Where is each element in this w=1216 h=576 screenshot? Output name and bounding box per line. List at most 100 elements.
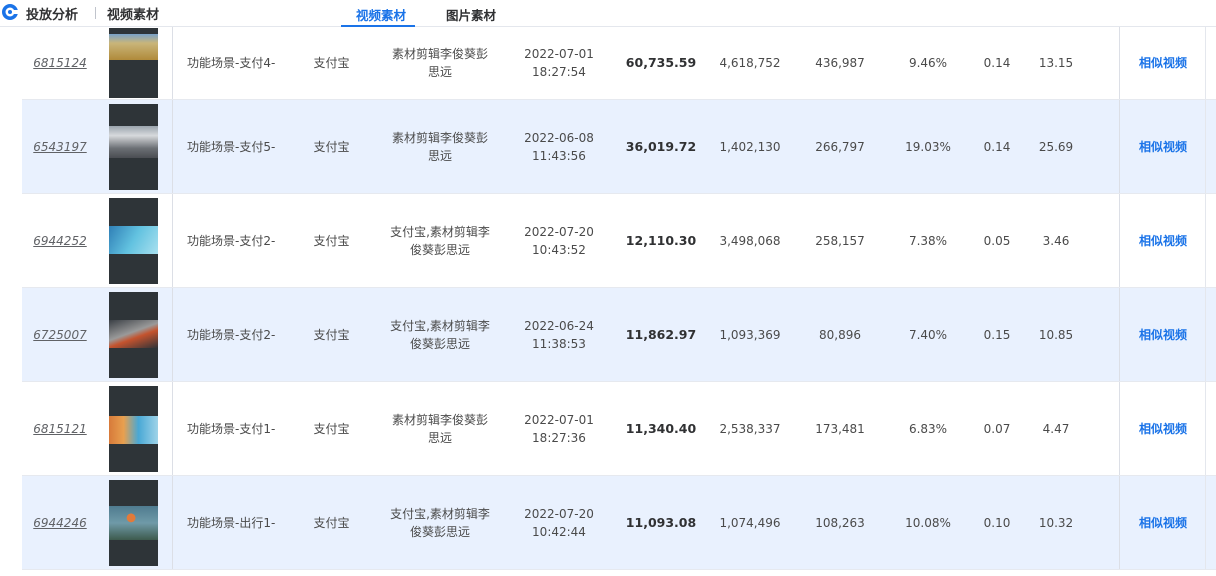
similar-video-link[interactable]: 相似视频: [1139, 514, 1187, 532]
impressions-value: 1,402,130: [719, 139, 781, 154]
table-row: 6815121 功能场景-支付1- 支付宝 素材剪辑李俊葵彭思远 2022-07…: [22, 382, 1216, 476]
scroll-edge: [1205, 194, 1206, 287]
table-row: 6543197 功能场景-支付5- 支付宝 素材剪辑李俊葵彭思远 2022-06…: [22, 100, 1216, 194]
scroll-edge: [1205, 476, 1206, 569]
thumbnail-cell: [109, 27, 158, 99]
table-row: 6944246 功能场景-出行1- 支付宝 支付宝,素材剪辑李俊葵彭思远 202…: [22, 476, 1216, 570]
create-time: 2022-06-24 11:38:53: [524, 318, 594, 351]
asset-id-link[interactable]: 6815124: [33, 54, 86, 72]
asset-id-cell: 6944252: [22, 194, 98, 287]
thumbnail-cell: [109, 288, 158, 381]
asset-id-cell: 6944246: [22, 476, 98, 569]
similar-video-cell: 相似视频: [1120, 100, 1206, 193]
platform: 支付宝: [313, 56, 350, 70]
similar-video-cell: 相似视频: [1120, 288, 1206, 381]
similar-video-link[interactable]: 相似视频: [1139, 232, 1187, 250]
asset-id-link[interactable]: 6944252: [33, 232, 86, 250]
table-row: 6725007 功能场景-支付2- 支付宝 支付宝,素材剪辑李俊葵彭思远 202…: [22, 288, 1216, 382]
thumbnail-image: [109, 415, 158, 444]
asset-name: 功能场景-支付5-: [187, 139, 276, 154]
similar-video-cell: 相似视频: [1120, 476, 1206, 569]
asset-tag: 支付宝,素材剪辑李俊葵彭思远: [390, 318, 490, 351]
tab-video-assets[interactable]: 视频素材: [356, 5, 406, 24]
similar-video-link[interactable]: 相似视频: [1139, 326, 1187, 344]
create-time: 2022-06-08 11:43:56: [524, 130, 594, 163]
video-thumbnail[interactable]: [109, 103, 158, 190]
thumbnail-image: [109, 34, 158, 60]
video-thumbnail[interactable]: [109, 197, 158, 284]
thumbnail-cell: [109, 476, 158, 569]
similar-video-cell: 相似视频: [1120, 194, 1206, 287]
cpa-value: 10.85: [1038, 327, 1074, 342]
platform: 支付宝: [313, 139, 350, 154]
platform: 支付宝: [313, 327, 350, 342]
brand-divider: [95, 7, 96, 19]
similar-video-cell: 相似视频: [1120, 27, 1206, 99]
similar-video-link[interactable]: 相似视频: [1139, 138, 1187, 156]
asset-name: 功能场景-支付2-: [187, 327, 276, 342]
clicks-value: 173,481: [815, 421, 865, 436]
brand-title: 投放分析: [26, 8, 79, 23]
table-row: 6815124 功能场景-支付4- 支付宝 素材剪辑李俊葵彭思远 2022-07…: [22, 27, 1216, 100]
scroll-edge: [1205, 288, 1206, 381]
asset-tag: 支付宝,素材剪辑李俊葵彭思远: [390, 506, 490, 539]
app-logo-icon: [2, 4, 18, 20]
ctr-value: 7.38%: [908, 233, 948, 248]
ctr-value: 10.08%: [905, 515, 951, 530]
impressions-value: 2,538,337: [719, 421, 781, 436]
ctr-value: 7.40%: [908, 327, 948, 342]
asset-table: 6815124 功能场景-支付4- 支付宝 素材剪辑李俊葵彭思远 2022-07…: [22, 27, 1216, 570]
create-time: 2022-07-20 10:42:44: [524, 506, 594, 539]
asset-tag: 素材剪辑李俊葵彭思远: [391, 412, 488, 445]
impressions-value: 4,618,752: [719, 56, 781, 70]
asset-name: 功能场景-支付1-: [187, 421, 276, 436]
cpa-value: 13.15: [1038, 56, 1074, 70]
thumbnail-cell: [109, 382, 158, 475]
impressions-value: 1,093,369: [719, 327, 781, 342]
scroll-edge: [1205, 382, 1206, 475]
platform: 支付宝: [313, 421, 350, 436]
asset-id-link[interactable]: 6725007: [33, 326, 86, 344]
ctr-value: 6.83%: [908, 421, 948, 436]
asset-id-link[interactable]: 6944246: [33, 514, 86, 532]
asset-id-cell: 6815124: [22, 27, 98, 99]
scroll-edge: [1205, 100, 1206, 193]
ctr-value: 9.46%: [908, 56, 948, 70]
asset-id-link[interactable]: 6815121: [33, 420, 86, 438]
asset-tag: 支付宝,素材剪辑李俊葵彭思远: [390, 224, 490, 257]
video-thumbnail[interactable]: [109, 479, 158, 566]
cost-value: 12,110.30: [625, 232, 697, 248]
cost-value: 11,340.40: [625, 420, 697, 436]
similar-video-link[interactable]: 相似视频: [1139, 420, 1187, 438]
thumbnail-image: [109, 319, 158, 348]
thumbnail-image: [109, 505, 158, 540]
asset-tag: 素材剪辑李俊葵彭思远: [391, 47, 488, 79]
platform: 支付宝: [313, 515, 350, 530]
create-time: 2022-07-01 18:27:36: [524, 412, 594, 445]
top-bar: 投放分析 视频素材 视频素材 图片素材: [0, 0, 1216, 27]
cpa-value: 3.46: [1042, 233, 1070, 248]
thumbnail-image: [109, 125, 158, 158]
video-thumbnail[interactable]: [109, 291, 158, 378]
impressions-value: 1,074,496: [719, 515, 781, 530]
video-thumbnail[interactable]: [109, 385, 158, 472]
cpa-value: 4.47: [1042, 421, 1070, 436]
asset-name: 功能场景-支付2-: [187, 233, 276, 248]
video-thumbnail[interactable]: [109, 28, 158, 98]
scroll-edge: [1205, 27, 1206, 99]
thumbnail-cell: [109, 194, 158, 287]
asset-id-link[interactable]: 6543197: [33, 138, 86, 156]
asset-id-cell: 6543197: [22, 100, 98, 193]
clicks-value: 80,896: [819, 327, 861, 342]
tab-image-assets[interactable]: 图片素材: [446, 5, 496, 24]
create-time: 2022-07-20 10:43:52: [524, 224, 594, 257]
cpa-value: 10.32: [1038, 515, 1074, 530]
asset-tag: 素材剪辑李俊葵彭思远: [391, 130, 488, 163]
table-row: 6944252 功能场景-支付2- 支付宝 支付宝,素材剪辑李俊葵彭思远 202…: [22, 194, 1216, 288]
create-time: 2022-07-01 18:27:54: [524, 47, 594, 79]
similar-video-cell: 相似视频: [1120, 382, 1206, 475]
similar-video-link[interactable]: 相似视频: [1139, 54, 1187, 72]
cost-value: 36,019.72: [625, 138, 697, 154]
cost-value: 11,862.97: [625, 326, 697, 342]
breadcrumb: 视频素材: [107, 8, 160, 23]
